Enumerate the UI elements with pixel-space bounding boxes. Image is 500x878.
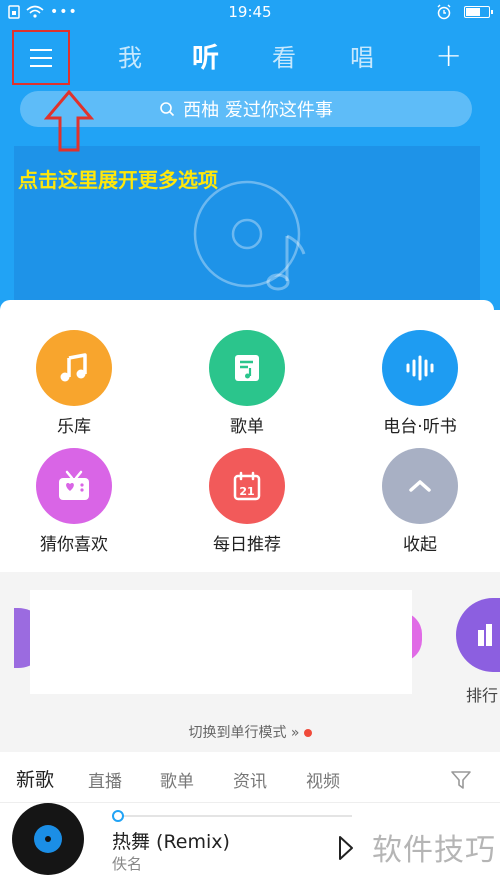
header-region: ••• 19:45 我 听 看 唱 + 西柚 爱过你这件事 点击这里展开更多选项 [0,0,500,310]
chevron-up-icon [409,480,431,492]
grid-circle [382,448,458,524]
grid-label: 猜你喜欢 [40,535,108,555]
top-nav: 我 听 看 唱 + [0,28,500,85]
tab-me[interactable]: 我 [118,38,142,73]
grid-item-playlist[interactable]: 歌单 [177,330,317,437]
menu-button[interactable] [12,30,70,85]
expanded-menu-panel: 乐库 歌单 电台·听书 猜你喜欢 21 每日推荐 收起 [0,300,494,572]
grid-item-guess-you-like[interactable]: 猜你喜欢 [4,448,144,555]
ranking-icon [478,624,492,646]
battery-icon [464,6,493,18]
watermark-text: 软件技巧 [372,833,496,868]
soundwave-icon [406,355,434,381]
grid-item-daily-recommend[interactable]: 21 每日推荐 [177,448,317,555]
disc-music-icon [193,180,306,291]
annotation-arrow-icon [44,90,94,152]
hamburger-icon [30,48,52,67]
new-dot-badge [303,729,312,737]
grid-label: 歌单 [230,417,264,437]
play-icon[interactable] [338,835,354,861]
banner-hint-text: 点击这里展开更多选项 [18,168,218,192]
tab-video[interactable]: 视频 [306,767,340,792]
tab-sing[interactable]: 唱 [350,38,374,73]
grid-label: 电台·听书 [383,417,457,437]
tab-live[interactable]: 直播 [88,767,122,792]
shortcut-label-ranking[interactable]: 排行 [466,682,498,706]
music-note-icon [60,353,87,382]
alarm-icon [437,4,451,20]
song-title: 热舞 (Remix) [112,831,230,853]
grid-item-music-library[interactable]: 乐库 [4,330,144,437]
album-vinyl-icon[interactable] [12,803,84,875]
tab-watch[interactable]: 看 [272,38,296,73]
tab-new-songs[interactable]: 新歌 [16,765,54,792]
progress-knob[interactable] [112,810,124,822]
grid-circle [36,448,112,524]
tab-news[interactable]: 资讯 [233,767,267,792]
switch-mode-label: 切换到单行模式 » [188,725,300,741]
grid-circle [36,330,112,406]
sheet-pointer [404,560,428,572]
add-button[interactable]: + [435,36,462,74]
search-placeholder: 西柚 爱过你这件事 [183,100,333,121]
grid-circle [382,330,458,406]
progress-bar[interactable] [112,810,352,822]
content-tabs: 新歌 直播 歌单 资讯 视频 [0,752,500,802]
grid-label: 每日推荐 [213,535,281,555]
mini-player[interactable]: 热舞 (Remix) 佚名 软件技巧 [0,802,500,878]
banner[interactable]: 点击这里展开更多选项 [14,146,480,306]
grid-label: 收起 [403,535,437,555]
grid-item-collapse[interactable]: 收起 [350,448,490,555]
grid-label: 乐库 [57,417,91,437]
switch-mode-link[interactable]: 切换到单行模式 » [0,722,500,742]
tab-listen[interactable]: 听 [192,36,219,75]
calendar-icon: 21 [233,471,261,501]
calendar-day: 21 [239,485,254,498]
filter-icon[interactable] [450,770,472,790]
grid-circle: 21 [209,448,285,524]
status-time: 19:45 [228,3,272,21]
radio-heart-icon [59,470,89,500]
playlist-icon [235,355,259,381]
status-bar: ••• 19:45 [0,0,500,26]
song-artist: 佚名 [112,855,143,873]
tab-playlists[interactable]: 歌单 [160,767,194,792]
blank-overlay [30,590,412,694]
search-icon [160,102,175,117]
grid-circle [209,330,285,406]
grid-item-radio-audiobook[interactable]: 电台·听书 [350,330,490,437]
